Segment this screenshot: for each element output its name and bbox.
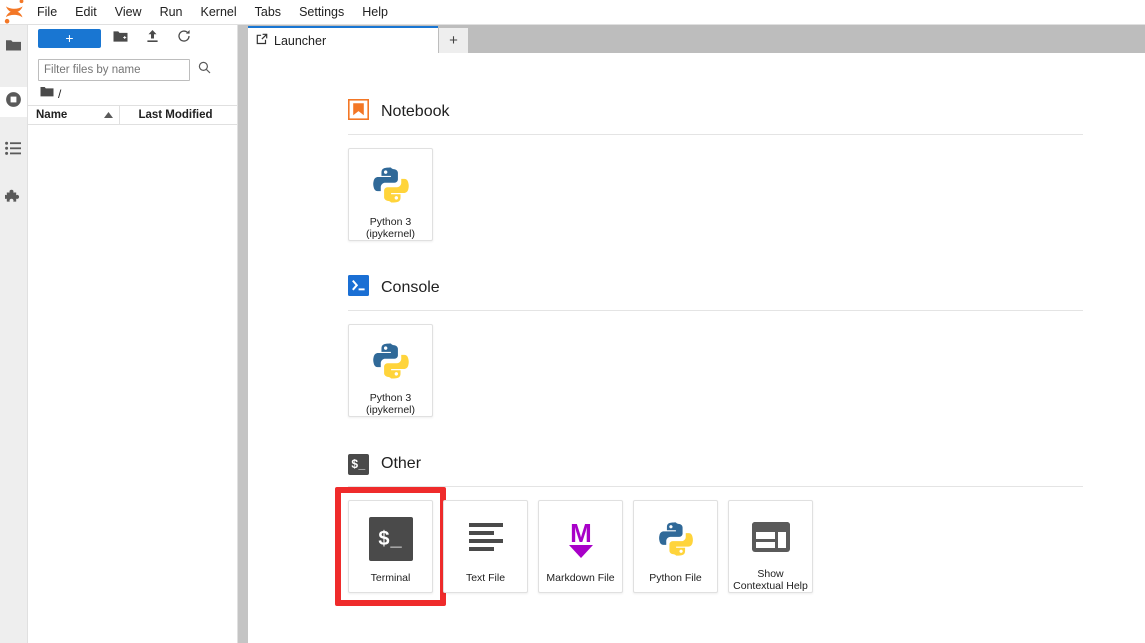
terminal-icon: $_ (348, 453, 369, 475)
markdown-icon: M (557, 515, 605, 563)
section-notebook-header: Notebook (348, 97, 1145, 127)
launcher-card-console-python3[interactable]: Python 3 (ipykernel) (348, 324, 433, 417)
upload-icon (146, 29, 159, 48)
section-console-title: Console (381, 279, 440, 296)
card-label: Show Contextual Help (733, 568, 808, 592)
file-list-header: Name Last Modified (28, 105, 237, 125)
folder-icon (5, 38, 22, 58)
launcher-icon (256, 33, 268, 48)
console-icon (348, 275, 369, 301)
card-label: Markdown File (546, 572, 615, 584)
launcher-card-terminal[interactable]: $_ Terminal (348, 500, 433, 593)
svg-text:M: M (570, 518, 592, 548)
running-icon (5, 91, 22, 113)
launcher-card-show-contextual-help[interactable]: Show Contextual Help (728, 500, 813, 593)
puzzle-icon (3, 189, 22, 211)
menu-item-file[interactable]: File (28, 0, 66, 25)
launcher-card-text-file[interactable]: Text File (443, 500, 528, 593)
console-card-row: Python 3 (ipykernel) (348, 311, 1145, 417)
menu-item-run[interactable]: Run (151, 0, 192, 25)
launcher-card-markdown-file[interactable]: M Markdown File (538, 500, 623, 593)
section-notebook: Notebook Python 3 (ipykernel) (248, 97, 1145, 241)
card-wrap-markdown-file: M Markdown File (538, 500, 623, 593)
search-icon (198, 61, 211, 79)
card-wrap-terminal: $_ Terminal (335, 487, 446, 606)
launcher-panel: Notebook Python 3 (ipykernel) Console Py… (248, 53, 1145, 643)
list-icon (5, 141, 22, 161)
python-icon (367, 339, 415, 383)
card-wrap: Python 3 (ipykernel) (348, 148, 433, 241)
card-wrap: Python 3 (ipykernel) (348, 324, 433, 417)
sidebar-item-extension-manager[interactable] (0, 185, 27, 215)
jupyterlab-window: File Edit View Run Kernel Tabs Settings … (0, 0, 1145, 643)
menu-item-edit[interactable]: Edit (66, 0, 106, 25)
menu-item-kernel[interactable]: Kernel (192, 0, 246, 25)
launcher-card-python-file[interactable]: Python File (633, 500, 718, 593)
python-icon (652, 515, 700, 563)
section-console: Console Python 3 (ipykernel) (248, 273, 1145, 417)
card-wrap-python-file: Python File (633, 500, 718, 593)
card-wrap-text-file: Text File (443, 500, 528, 593)
card-label: Text File (465, 572, 506, 584)
card-label: Python 3 (ipykernel) (365, 216, 415, 240)
file-filter-container (28, 53, 237, 83)
contextual-help-icon (747, 515, 795, 559)
section-console-header: Console (348, 273, 1145, 303)
column-header-last-modified[interactable]: Last Modified (120, 109, 237, 121)
menu-item-tabs[interactable]: Tabs (246, 0, 290, 25)
card-label: Python 3 (ipykernel) (365, 392, 415, 416)
refresh-button[interactable] (171, 28, 197, 50)
jupyter-logo-icon (0, 0, 28, 25)
card-label: Python File (649, 572, 702, 584)
tab-label: Launcher (274, 33, 327, 48)
tab-bar: Launcher + (248, 25, 1145, 53)
card-label: Terminal (370, 572, 411, 584)
tab-launcher[interactable]: Launcher (248, 26, 438, 53)
menu-bar: File Edit View Run Kernel Tabs Settings … (0, 0, 1145, 25)
new-folder-button[interactable] (107, 28, 133, 50)
section-notebook-title: Notebook (381, 103, 450, 120)
sidebar-item-table-of-contents[interactable] (0, 136, 27, 166)
breadcrumb[interactable]: / (28, 83, 237, 105)
filter-files-box[interactable] (38, 59, 211, 81)
menu-item-settings[interactable]: Settings (290, 0, 353, 25)
column-header-name-label: Name (36, 109, 68, 121)
section-other: $_ Other $_ Terminal Text File M Markdow… (248, 449, 1145, 606)
left-sidebar-rail (0, 25, 28, 643)
new-folder-icon (113, 30, 128, 48)
file-browser-toolbar: + (28, 25, 237, 53)
folder-icon (40, 85, 54, 103)
menu-item-view[interactable]: View (106, 0, 151, 25)
section-other-title: Other (381, 455, 422, 472)
notebook-card-row: Python 3 (ipykernel) (348, 135, 1145, 241)
launcher-card-notebook-python3[interactable]: Python 3 (ipykernel) (348, 148, 433, 241)
python-icon (367, 163, 415, 207)
notebook-icon (348, 99, 369, 125)
refresh-icon (177, 29, 191, 48)
new-tab-button[interactable]: + (439, 28, 468, 53)
file-browser-panel: + Filter files by name / Name Last Modif… (28, 25, 238, 643)
section-other-header: $_ Other (348, 449, 1145, 479)
breadcrumb-path: / (58, 87, 62, 101)
card-wrap-contextual-help: Show Contextual Help (728, 500, 813, 593)
new-launcher-button[interactable]: + (38, 29, 101, 48)
terminal-icon: $_ (367, 515, 415, 563)
sort-ascending-icon (104, 109, 113, 121)
column-header-name[interactable]: Name (28, 106, 120, 124)
search-input[interactable] (44, 64, 198, 76)
menu-item-help[interactable]: Help (353, 0, 397, 25)
main-area: Launcher + Notebook Python 3 (ipykernel)… (248, 25, 1145, 643)
sidebar-item-file-browser[interactable] (0, 33, 27, 63)
panel-splitter[interactable] (238, 25, 248, 643)
sidebar-item-running[interactable] (0, 87, 27, 117)
other-card-row: $_ Terminal Text File M Markdown File Py… (335, 487, 1145, 606)
upload-button[interactable] (139, 28, 165, 50)
text-file-icon (462, 515, 510, 563)
